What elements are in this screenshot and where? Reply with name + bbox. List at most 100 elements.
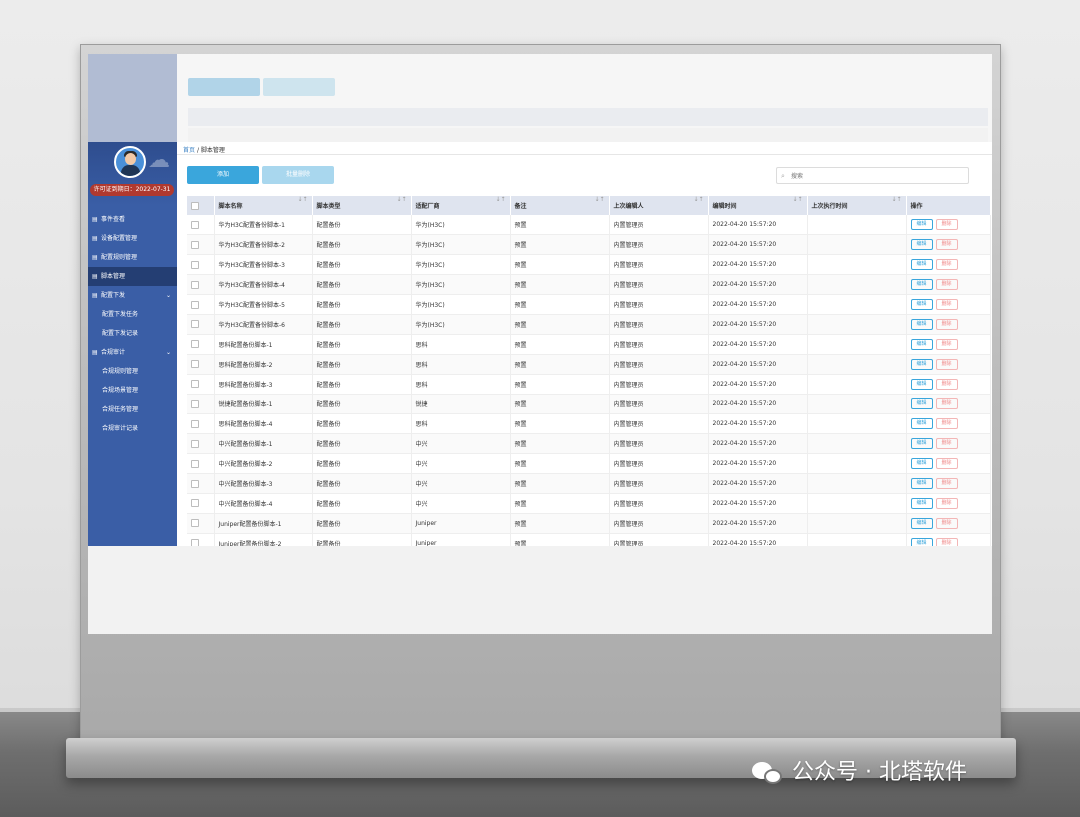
table-row[interactable]: 锐捷配置备份脚本-1 配置备份 锐捷 预置 内置管理员 2022-04-20 15:57:… (187, 394, 991, 415)
edit-button[interactable]: 编辑 (910, 338, 933, 350)
edit-button[interactable]: 编辑 (910, 418, 933, 430)
sort-icon[interactable]: ↓↑ (693, 196, 703, 203)
table-row[interactable]: 思科配置备份脚本-2 配置备份 思科 预置 内置管理员 2022-04-20 15:57:… (187, 354, 991, 375)
table-row[interactable]: 中兴配置备份脚本-4 配置备份 中兴 预置 内置管理员 2022-04-20 15:57:… (187, 493, 991, 514)
row-checkbox[interactable] (191, 280, 199, 289)
table-row[interactable]: 华为H3C配置备份脚本-5 配置备份 华为(H3C) 预置 内置管理员 2022-04-2… (187, 294, 991, 315)
column-header[interactable]: 编辑时间 ↓↑ (708, 196, 808, 215)
actions-cell: 编辑 删除 (906, 314, 991, 335)
sidebar-item-3[interactable]: ▤ 脚本管理 (88, 267, 177, 286)
table-row[interactable]: 华为H3C配置备份脚本-6 配置备份 华为(H3C) 预置 内置管理员 2022-04-2… (187, 314, 991, 335)
sidebar-item-9[interactable]: 合规场景管理 (88, 381, 177, 400)
sidebar-item-4[interactable]: ▤ 配置下发 ⌄ (88, 286, 177, 305)
sort-icon[interactable]: ↓↑ (297, 196, 307, 203)
delete-button[interactable]: 删除 (935, 438, 958, 450)
row-checkbox[interactable] (191, 380, 199, 389)
column-header[interactable]: 备注 ↓↑ (510, 196, 610, 215)
delete-button[interactable]: 删除 (935, 418, 958, 430)
edit-button[interactable]: 编辑 (910, 398, 933, 410)
table-row[interactable]: 思科配置备份脚本-4 配置备份 思科 预置 内置管理员 2022-04-20 15:57:… (187, 413, 991, 435)
delete-button[interactable]: 删除 (935, 378, 958, 390)
delete-button[interactable]: 删除 (935, 458, 958, 470)
edit-button[interactable]: 编辑 (910, 517, 933, 529)
column-header[interactable]: 操作 (906, 196, 991, 215)
column-header[interactable]: 上次编辑人 ↓↑ (609, 196, 709, 215)
edit-button[interactable]: 编辑 (910, 299, 933, 310)
table-row[interactable]: 华为H3C配置备份脚本-3 配置备份 华为(H3C) 预置 内置管理员 2022-04-2… (187, 254, 991, 276)
table-row[interactable]: 思科配置备份脚本-3 配置备份 思科 预置 内置管理员 2022-04-20 15:57:… (187, 374, 991, 395)
edit-button[interactable]: 编辑 (910, 358, 933, 370)
sort-icon[interactable]: ↓↑ (396, 196, 406, 203)
sidebar-item-10[interactable]: 合规任务管理 (88, 400, 177, 419)
delete-button[interactable]: 删除 (935, 398, 958, 410)
avatar[interactable] (114, 146, 146, 178)
row-checkbox[interactable] (191, 479, 199, 488)
delete-button[interactable]: 删除 (935, 358, 958, 370)
delete-button[interactable]: 删除 (935, 299, 958, 310)
delete-button[interactable]: 删除 (935, 259, 958, 271)
table-row[interactable]: 中兴配置备份脚本-3 配置备份 中兴 预置 内置管理员 2022-04-20 15:57:… (187, 473, 991, 494)
row-checkbox[interactable] (191, 519, 199, 528)
row-checkbox[interactable] (191, 260, 199, 269)
sidebar-item-8[interactable]: 合规规则管理 (88, 362, 177, 381)
table-row[interactable]: 华为H3C配置备份脚本-1 配置备份 华为(H3C) 预置 内置管理员 2022-04-2… (187, 215, 991, 236)
sidebar-item-5[interactable]: 配置下发任务 (88, 305, 177, 324)
table-row[interactable]: Juniper配置备份脚本-1 配置备份 Juniper 预置 内置管理员 2022-04… (187, 513, 991, 534)
delete-button[interactable]: 删除 (935, 318, 958, 330)
row-checkbox[interactable] (191, 360, 199, 369)
row-select-cell (187, 493, 215, 514)
sort-icon[interactable]: ↓↑ (495, 196, 505, 203)
column-header[interactable]: 适配厂商 ↓↑ (411, 196, 511, 215)
column-header[interactable]: 脚本名称 ↓↑ (214, 196, 313, 215)
row-checkbox[interactable] (191, 320, 199, 329)
sidebar-item-6[interactable]: 配置下发记录 (88, 324, 177, 343)
table-row[interactable]: 思科配置备份脚本-1 配置备份 思科 预置 内置管理员 2022-04-20 15:57:… (187, 334, 991, 355)
table-row[interactable]: 华为H3C配置备份脚本-2 配置备份 华为(H3C) 预置 内置管理员 2022-04-2… (187, 234, 991, 256)
search-input[interactable] (791, 170, 961, 182)
edit-button[interactable]: 编辑 (910, 259, 933, 271)
sidebar-item-7[interactable]: ▤ 合规审计 ⌄ (88, 343, 177, 362)
row-checkbox[interactable] (191, 240, 199, 249)
delete-button[interactable]: 删除 (935, 279, 958, 291)
row-checkbox[interactable] (191, 459, 199, 468)
sidebar-item-11[interactable]: 合规审计记录 (88, 419, 177, 438)
edit-button[interactable]: 编辑 (910, 497, 933, 509)
delete-button[interactable]: 删除 (935, 497, 958, 509)
delete-button[interactable]: 删除 (935, 338, 958, 350)
column-header[interactable]: 上次执行时间 ↓↑ (807, 196, 907, 215)
edit-button[interactable]: 编辑 (910, 458, 933, 470)
edit-button[interactable]: 编辑 (910, 478, 933, 490)
table-row[interactable]: 华为H3C配置备份脚本-4 配置备份 华为(H3C) 预置 内置管理员 2022-04-2… (187, 274, 991, 296)
sidebar-item-1[interactable]: ▤ 设备配置管理 (88, 229, 177, 248)
row-checkbox[interactable] (191, 419, 199, 428)
actions-cell: 编辑 删除 (906, 493, 991, 514)
edit-button[interactable]: 编辑 (910, 219, 933, 231)
sort-icon[interactable]: ↓↑ (891, 196, 901, 203)
row-checkbox[interactable] (191, 439, 199, 448)
breadcrumb-home[interactable]: 首页 (183, 147, 195, 154)
column-header[interactable]: 脚本类型 ↓↑ (312, 196, 412, 215)
table-row[interactable]: 中兴配置备份脚本-1 配置备份 中兴 预置 内置管理员 2022-04-20 15:57:… (187, 433, 991, 455)
add-button[interactable]: 添加 (187, 166, 259, 184)
edit-button[interactable]: 编辑 (910, 279, 933, 291)
row-checkbox[interactable] (191, 340, 199, 349)
delete-button[interactable]: 删除 (935, 239, 958, 251)
delete-button[interactable]: 删除 (935, 517, 958, 529)
edit-button[interactable]: 编辑 (910, 239, 933, 251)
delete-button[interactable]: 删除 (935, 219, 958, 231)
sidebar-item-2[interactable]: ▤ 配置规则管理 (88, 248, 177, 267)
select-all-checkbox[interactable] (191, 201, 199, 210)
sort-icon[interactable]: ↓↑ (792, 196, 802, 203)
row-checkbox[interactable] (191, 220, 199, 229)
row-checkbox[interactable] (191, 399, 199, 408)
batch-delete-button[interactable]: 批量删除 (262, 166, 334, 184)
delete-button[interactable]: 删除 (935, 478, 958, 490)
edit-button[interactable]: 编辑 (910, 318, 933, 330)
table-row[interactable]: 中兴配置备份脚本-2 配置备份 中兴 预置 内置管理员 2022-04-20 15:57:… (187, 453, 991, 475)
edit-button[interactable]: 编辑 (910, 378, 933, 390)
edit-button[interactable]: 编辑 (910, 438, 933, 450)
sort-icon[interactable]: ↓↑ (594, 196, 604, 203)
sidebar-item-0[interactable]: ▤ 事件查看 (88, 210, 177, 229)
row-checkbox[interactable] (191, 300, 199, 309)
row-checkbox[interactable] (191, 499, 199, 508)
